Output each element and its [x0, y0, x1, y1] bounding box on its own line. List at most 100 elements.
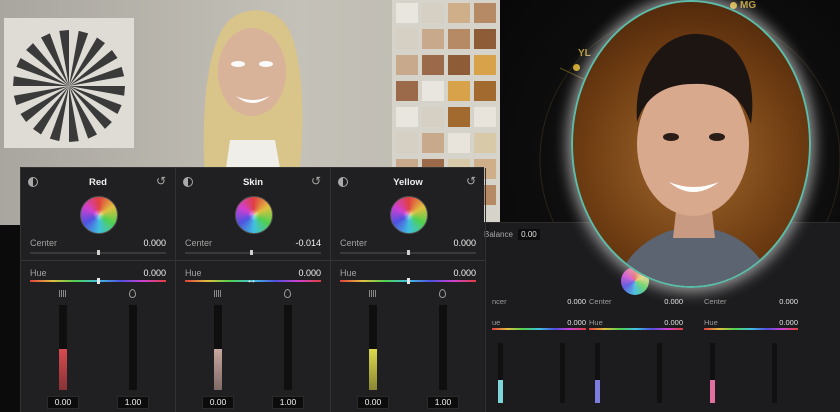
column-title: Yellow: [393, 177, 423, 188]
section-divider: [21, 260, 175, 261]
low-range-slider[interactable]: [214, 305, 222, 390]
reset-icon[interactable]: ↺: [156, 174, 166, 188]
low-range-slider[interactable]: [369, 305, 377, 390]
color-patch: [396, 107, 418, 127]
qualifier-column-0: Red ↺ Center 0.000 Hue 0.000 0.00 1.00: [21, 168, 176, 412]
section-divider: [331, 260, 485, 261]
back-high-slider[interactable]: [772, 343, 777, 403]
hue-value[interactable]: 0.000: [453, 268, 476, 278]
column-title: Red: [89, 177, 107, 188]
back-hue-label: Hue: [704, 318, 718, 327]
low-range-fill: [214, 349, 222, 390]
wheel-center-marker: [248, 209, 260, 221]
drop-icon[interactable]: [129, 289, 136, 298]
balance-control: Balance 0.00: [484, 229, 540, 240]
back-hue-label: ue: [492, 318, 501, 327]
center-slider-track[interactable]: [185, 252, 321, 254]
back-low-slider[interactable]: [595, 343, 600, 403]
high-range-slider[interactable]: [439, 305, 447, 390]
back-hue-track[interactable]: [589, 328, 683, 330]
drop-icon[interactable]: [284, 289, 291, 298]
balance-value-field[interactable]: 0.00: [518, 229, 540, 240]
back-hue-label: Hue: [589, 318, 603, 327]
center-label: Center: [185, 238, 213, 248]
color-patch: [396, 29, 418, 49]
color-patch: [448, 55, 470, 75]
low-range-slider[interactable]: [59, 305, 67, 390]
low-range-value-field[interactable]: 0.00: [202, 396, 234, 409]
back-hue-track[interactable]: [704, 328, 798, 330]
hue-drag-arrows-icon[interactable]: ↔: [246, 274, 257, 286]
color-patch: [474, 29, 496, 49]
color-patch: [448, 133, 470, 153]
back-center-value[interactable]: 0.000: [664, 297, 683, 306]
balance-label: Balance: [484, 230, 513, 239]
color-patch: [396, 3, 418, 23]
center-label: Center: [340, 238, 368, 248]
color-patch: [474, 3, 496, 23]
reset-icon[interactable]: ↺: [311, 174, 321, 188]
center-label: Center: [30, 238, 58, 248]
color-patch: [422, 29, 444, 49]
hue-slider-handle[interactable]: [97, 278, 100, 284]
section-divider: [176, 260, 330, 261]
back-low-slider[interactable]: [710, 343, 715, 403]
low-range-fill: [369, 349, 377, 390]
color-patch: [396, 55, 418, 75]
back-low-fill: [710, 380, 715, 403]
back-low-slider[interactable]: [498, 343, 503, 403]
back-hue-value[interactable]: 0.000: [779, 318, 798, 327]
qualifier-column-2: Yellow ↺ Center 0.000 Hue 0.000 0.00 1.0…: [331, 168, 486, 412]
wheel-center-marker: [93, 209, 105, 221]
center-value[interactable]: -0.014: [295, 238, 321, 248]
back-center-label: Center: [704, 297, 727, 306]
color-wheel[interactable]: [80, 196, 118, 234]
presenter-photo: [614, 33, 774, 286]
reset-icon[interactable]: ↺: [466, 174, 476, 188]
color-wheel[interactable]: [235, 196, 273, 234]
drop-icon[interactable]: [439, 289, 446, 298]
back-center-value[interactable]: 0.000: [779, 297, 798, 306]
star-resolution-chart: [4, 18, 134, 148]
color-patch: [422, 81, 444, 101]
center-slider-handle[interactable]: [250, 250, 253, 255]
color-wheel[interactable]: [390, 196, 428, 234]
high-range-value-field[interactable]: 1.00: [117, 396, 149, 409]
qualifier-column-1: Skin ↺ Center -0.014 Hue 0.000 ↔ 0.00 1.…: [176, 168, 331, 412]
color-patch: [422, 107, 444, 127]
center-value[interactable]: 0.000: [453, 238, 476, 248]
low-range-value-field[interactable]: 0.00: [47, 396, 79, 409]
grid-icon[interactable]: [369, 290, 376, 297]
hue-value[interactable]: 0.000: [298, 268, 321, 278]
grid-icon[interactable]: [59, 290, 66, 297]
color-patch: [474, 133, 496, 153]
center-slider-handle[interactable]: [97, 250, 100, 255]
color-patch: [448, 107, 470, 127]
center-slider-handle[interactable]: [407, 250, 410, 255]
color-patch: [474, 55, 496, 75]
hue-value[interactable]: 0.000: [143, 268, 166, 278]
color-patch: [474, 107, 496, 127]
hue-slider-handle[interactable]: [407, 278, 410, 284]
back-hue-value[interactable]: 0.000: [664, 318, 683, 327]
back-high-slider[interactable]: [560, 343, 565, 403]
color-patch: [448, 29, 470, 49]
hue-label: Hue: [30, 268, 47, 278]
star-wedge: [69, 86, 112, 129]
column-header: Skin ↺: [176, 168, 330, 190]
back-center-label: ncer: [492, 297, 507, 306]
high-range-value-field[interactable]: 1.00: [427, 396, 459, 409]
high-range-slider[interactable]: [129, 305, 137, 390]
high-range-slider[interactable]: [284, 305, 292, 390]
grid-icon[interactable]: [214, 290, 221, 297]
low-range-value-field[interactable]: 0.00: [357, 396, 389, 409]
high-range-value-field[interactable]: 1.00: [272, 396, 304, 409]
color-patch: [396, 133, 418, 153]
star-wedge: [26, 43, 69, 86]
center-value[interactable]: 0.000: [143, 238, 166, 248]
back-hue-track[interactable]: [492, 328, 586, 330]
back-high-slider[interactable]: [657, 343, 662, 403]
color-patch: [396, 81, 418, 101]
back-center-label: Center: [589, 297, 612, 306]
column-title: Skin: [242, 177, 264, 188]
